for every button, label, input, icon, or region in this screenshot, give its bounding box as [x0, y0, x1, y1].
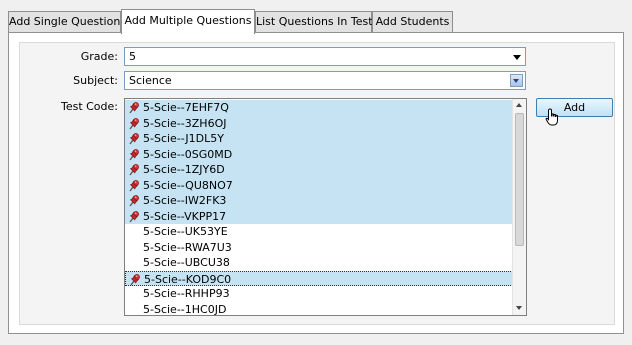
list-item[interactable]: 5-Scie--7EHF7Q	[125, 100, 513, 116]
test-code-text: 5-Scie--RHHP93	[143, 287, 230, 300]
test-code-text: 5-Scie--QU8NO7	[143, 178, 233, 192]
test-code-text: 5-Scie--7EHF7Q	[143, 101, 229, 114]
test-code-text: 5-Scie--1HC0JD	[143, 302, 227, 316]
list-item[interactable]: 5-Scie--RHHP93	[125, 286, 513, 302]
pin-icon	[128, 101, 140, 114]
list-item[interactable]: 5-Scie--J1DL5Y	[125, 131, 513, 147]
test-code-text: 5-Scie--UK53YE	[143, 225, 228, 238]
pin-icon	[128, 194, 140, 207]
test-code-text: 5-Scie--KOD9C0	[144, 272, 232, 286]
grade-label: Grade:	[80, 50, 118, 63]
test-code-listbox[interactable]: 5-Scie--7EHF7Q 5-Scie--3ZH6OJ 5-Scie--J1DL…	[124, 98, 527, 316]
tab-list-questions-in-test[interactable]: List Questions In Test	[255, 11, 373, 32]
test-code-text: 5-Scie--J1DL5Y	[143, 132, 224, 145]
test-code-text: 5-Scie--RWA7U3	[143, 240, 232, 254]
test-code-text: 5-Scie--IW2FK3	[143, 194, 227, 207]
tab-add-multiple-questions[interactable]: Add Multiple Questions	[121, 9, 255, 34]
list-item[interactable]: 5-Scie--0SG0MD	[125, 146, 513, 162]
pin-icon	[128, 117, 140, 130]
pin-icon	[128, 210, 140, 223]
scroll-up-icon[interactable]	[513, 99, 526, 113]
list-item[interactable]: 5-Scie--RWA7U3	[125, 240, 513, 256]
dropdown-arrow-icon[interactable]	[510, 50, 523, 63]
scroll-thumb[interactable]	[515, 113, 524, 246]
tab-add-single-question[interactable]: Add Single Question	[8, 11, 121, 32]
grade-select[interactable]: 5	[124, 47, 526, 66]
subject-label: Subject:	[73, 74, 118, 87]
test-code-text: 5-Scie--UBCU38	[143, 256, 230, 269]
subject-select[interactable]: Science	[124, 71, 526, 90]
pin-icon	[128, 179, 140, 192]
hand-cursor-icon	[545, 108, 558, 126]
tab-add-students[interactable]: Add Students	[372, 11, 453, 32]
tab-strip: Add Single Question Add Multiple Questio…	[8, 9, 624, 34]
list-item[interactable]: 5-Scie--UBCU38	[125, 255, 513, 271]
vertical-scrollbar[interactable]	[512, 99, 526, 315]
list-item[interactable]: 5-Scie--KOD9C0	[125, 270, 513, 286]
test-code-text: 5-Scie--0SG0MD	[143, 147, 233, 161]
test-code-text: 5-Scie--3ZH6OJ	[143, 116, 227, 130]
test-code-text: 5-Scie--VKPP17	[143, 209, 227, 223]
list-item[interactable]: 5-Scie--QU8NO7	[125, 177, 513, 193]
pin-icon	[128, 148, 140, 161]
list-item[interactable]: 5-Scie--IW2FK3	[125, 193, 513, 209]
list-item[interactable]: 5-Scie--UK53YE	[125, 224, 513, 240]
list-item[interactable]: 5-Scie--3ZH6OJ	[125, 115, 513, 131]
grade-value: 5	[129, 50, 136, 63]
scroll-down-icon[interactable]	[513, 301, 526, 315]
dropdown-arrow-icon[interactable]	[510, 74, 523, 87]
test-code-label: Test Code:	[60, 100, 118, 113]
list-item[interactable]: 5-Scie--1HC0JD	[125, 302, 513, 316]
pin-icon	[128, 163, 140, 176]
pin-icon	[129, 273, 141, 286]
test-code-items: 5-Scie--7EHF7Q 5-Scie--3ZH6OJ 5-Scie--J1DL…	[125, 100, 513, 316]
list-item[interactable]: 5-Scie--1ZJY6D	[125, 162, 513, 178]
test-code-text: 5-Scie--1ZJY6D	[143, 163, 225, 176]
pin-icon	[128, 132, 140, 145]
list-item[interactable]: 5-Scie--VKPP17	[125, 208, 513, 224]
subject-value: Science	[129, 74, 172, 87]
